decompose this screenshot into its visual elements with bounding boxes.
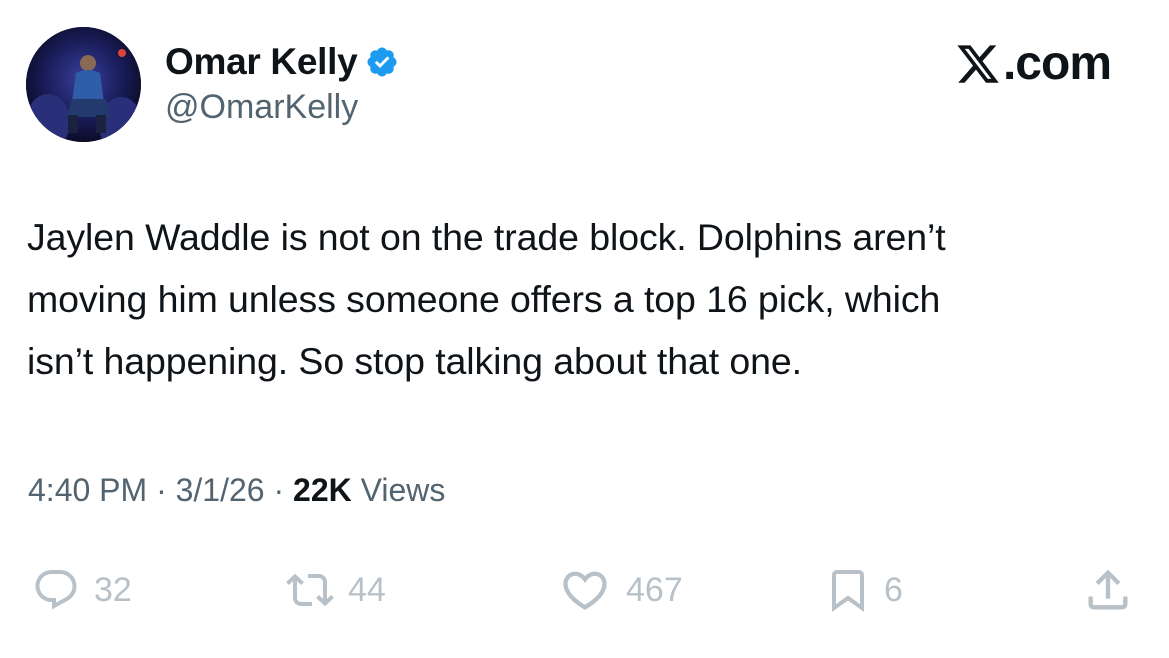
reply-icon: [35, 570, 77, 610]
tweet-meta: 4:40 PM · 3/1/26 · 22K Views: [28, 472, 445, 509]
bookmark-icon: [832, 570, 864, 612]
tweet-text-line: moving him unless someone offers a top 1…: [27, 278, 941, 320]
like-count: 467: [626, 570, 683, 609]
repost-icon: [286, 573, 334, 607]
tweet-text-line: Jaylen Waddle is not on the trade block.…: [27, 216, 946, 258]
bookmark-button[interactable]: 6: [824, 560, 903, 620]
share-icon: [1088, 569, 1128, 610]
avatar-photo: [26, 27, 141, 142]
tweet-text: Jaylen Waddle is not on the trade block.…: [27, 206, 1157, 392]
tweet-date[interactable]: 3/1/26: [176, 472, 265, 508]
tweet-time[interactable]: 4:40 PM: [28, 472, 147, 508]
reply-button[interactable]: 32: [30, 560, 132, 620]
tweet-card: Omar Kelly @OmarKelly .com Jaylen Waddle…: [0, 0, 1169, 658]
like-button[interactable]: 467: [556, 560, 683, 620]
author-name-row: Omar Kelly: [165, 40, 399, 84]
views-count: 22K: [293, 472, 352, 508]
heart-icon: [563, 571, 607, 610]
meta-separator: ·: [147, 472, 176, 508]
brand-domain: .com: [1002, 37, 1112, 90]
author-display-name[interactable]: Omar Kelly: [165, 41, 358, 83]
bookmark-count: 6: [884, 570, 903, 609]
verified-badge-icon: [365, 45, 399, 79]
author-handle[interactable]: @OmarKelly: [165, 88, 358, 127]
meta-separator: ·: [264, 472, 294, 508]
repost-button[interactable]: 44: [284, 560, 386, 620]
x-logo-icon: [957, 44, 999, 83]
avatar[interactable]: [26, 27, 141, 142]
brand-logo: .com: [954, 36, 1112, 91]
tweet-actions: 32 44 467 6: [0, 560, 1169, 620]
tweet-text-line: isn’t happening. So stop talking about t…: [27, 340, 802, 382]
reply-count: 32: [94, 570, 132, 609]
repost-count: 44: [348, 570, 386, 609]
views-label: Views: [351, 472, 446, 508]
share-button[interactable]: [1082, 560, 1134, 620]
